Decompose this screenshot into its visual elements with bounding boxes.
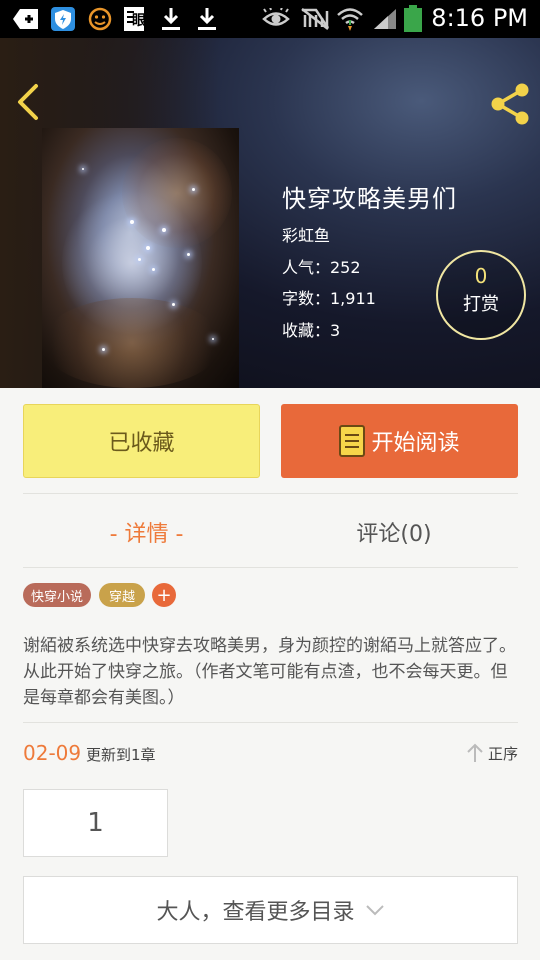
collected-label: 已收藏: [108, 431, 175, 456]
divider: [23, 722, 518, 723]
mute-icon: [300, 6, 330, 32]
chapter-item[interactable]: 1: [23, 789, 168, 857]
tip-count: 0: [474, 264, 488, 288]
sort-order-button[interactable]: 正序: [466, 742, 518, 764]
book-word-count: 字数：1,911: [282, 289, 376, 308]
download-icon: [160, 6, 182, 32]
book-cover-image: [42, 128, 239, 388]
divider: [23, 493, 518, 494]
book-favorites: 收藏：3: [282, 321, 341, 340]
news-glyph: 眼: [132, 13, 146, 29]
chevron-down-icon: [365, 905, 384, 916]
sort-arrow-icon: [467, 743, 483, 762]
book-icon: [339, 425, 366, 457]
tab-comments-label: 评论(0): [356, 522, 432, 547]
news-icon: 眼: [122, 6, 148, 32]
back-button[interactable]: [10, 82, 46, 122]
status-time: 8:16 PM: [431, 4, 528, 32]
tip-button[interactable]: 0 打赏: [436, 250, 526, 340]
add-tag-glyph: +: [156, 584, 172, 606]
shield-icon: [50, 6, 76, 32]
tag-chip[interactable]: 穿越: [99, 583, 145, 607]
face-icon: [88, 6, 112, 32]
chapter-number: 1: [87, 808, 104, 838]
share-icon: [491, 83, 529, 125]
add-tag-button[interactable]: +: [152, 583, 176, 607]
book-header: 快穿攻略美男们 彩虹鱼 人气：252 字数：1,911 收藏：3 0 打赏: [0, 38, 540, 388]
tag-label: 穿越: [108, 589, 135, 605]
update-date: 02-09: [23, 741, 82, 765]
tab-details[interactable]: - 详情 -: [23, 512, 270, 552]
battery-icon: [403, 5, 423, 32]
status-bar: 眼 8:16 PM: [0, 0, 540, 38]
tab-details-label: - 详情 -: [109, 522, 184, 547]
start-reading-label: 开始阅读: [371, 431, 460, 456]
book-title: 快穿攻略美男们: [282, 185, 457, 213]
wifi-icon: [336, 6, 364, 32]
share-button[interactable]: [488, 82, 532, 126]
more-catalog-button[interactable]: 大人，查看更多目录: [23, 876, 518, 944]
book-synopsis: 谢絔被系统选中快穿去攻略美男，身为颜控的谢絔马上就答应了。从此开始了快穿之旅。（…: [23, 636, 516, 708]
signal-icon: [372, 6, 398, 32]
start-reading-button[interactable]: 开始阅读: [281, 404, 518, 478]
collected-button[interactable]: 已收藏: [23, 404, 260, 478]
tip-label: 打赏: [463, 294, 499, 315]
more-catalog-label: 大人，查看更多目录: [156, 900, 355, 925]
divider: [23, 567, 518, 568]
tag-chip[interactable]: 快穿小说: [23, 583, 91, 607]
add-icon: [12, 6, 40, 32]
eye-icon: [262, 6, 290, 32]
download-icon: [196, 6, 218, 32]
book-author[interactable]: 彩虹鱼: [282, 222, 330, 246]
update-text: 更新到1章: [86, 746, 156, 764]
back-arrow-icon: [18, 84, 38, 120]
book-popularity: 人气：252: [282, 258, 361, 277]
tag-label: 快穿小说: [30, 589, 83, 605]
sort-order-label: 正序: [487, 744, 518, 763]
tab-comments[interactable]: 评论(0): [270, 512, 518, 552]
